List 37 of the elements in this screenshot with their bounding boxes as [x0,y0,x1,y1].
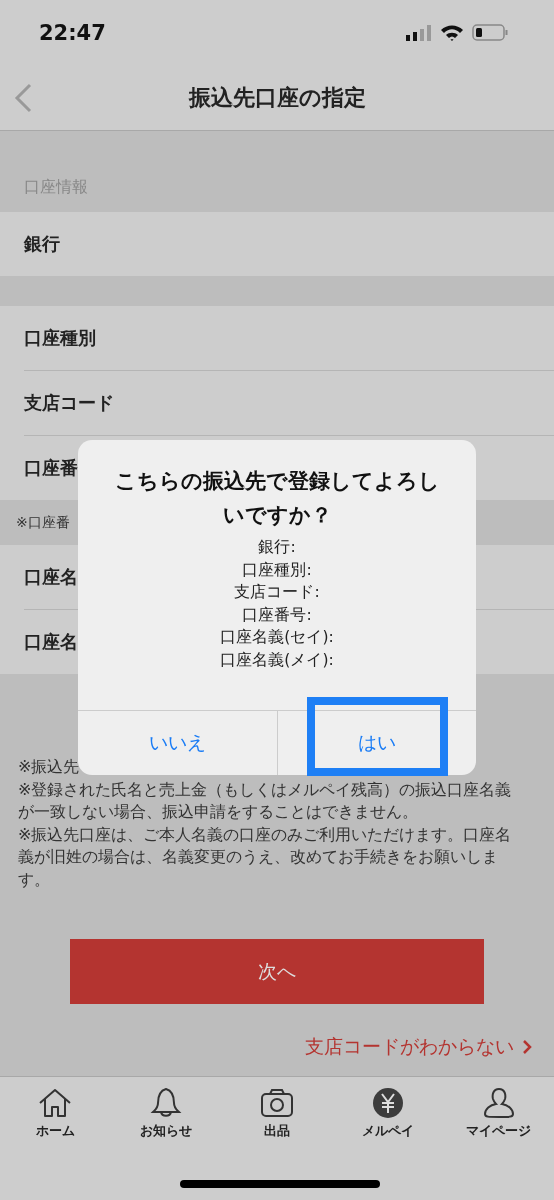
signal-icon [406,24,432,41]
account-detail: 口座番号: [242,604,312,626]
notice-text: ※登録された氏名と売上金（もしくはメルペイ残高）の振込口座名義が一致しない場合、振込申請をすることはできません。 [18,778,513,823]
chevron-icon [522,1039,532,1055]
tab-item[interactable]: マイページ [448,1087,549,1140]
dialog-button[interactable]: いいえ [78,711,277,775]
row-label[interactable]: 支店コード [24,391,114,415]
tab-item[interactable]: メルペイ [337,1087,438,1140]
yen-icon [370,1087,405,1119]
field-note: ※口座番 [16,513,70,532]
notice-text: ※振込先 [18,756,81,778]
account-detail: 口座名義(セイ): [220,627,334,648]
screen-title: 振込先口座の指定 [188,83,366,112]
battery-icon [472,24,508,41]
home-icon [38,1087,73,1119]
person-icon [481,1087,516,1119]
account-detail: 口座種別: [242,559,312,581]
bell-icon [149,1087,184,1119]
account-detail: 支店コード: [234,582,320,603]
back-icon[interactable] [12,83,34,113]
status-time: 22:47 [39,20,106,45]
dialog-title: こちらの振込先で登録してよろしいですか？ [114,468,440,529]
notice-text: ※振込先口座は、ご本人名義の口座のみご利用いただけます。口座名義が旧姓の場合は、名義変更のうえ、改めてお手続きをお願いします。 [18,823,513,891]
row-label[interactable]: 口座番 [24,456,78,480]
account-detail: 銀行: [258,537,296,558]
camera-icon [260,1087,294,1119]
tab-item[interactable]: お知らせ [116,1087,217,1140]
tab-item[interactable]: 出品 [227,1087,327,1140]
row-label[interactable]: 口座名 [24,630,78,654]
row-label[interactable]: 銀行 [24,232,60,256]
next-button[interactable]: 次へ [70,939,484,1004]
wifi-icon [440,24,464,41]
tab-item[interactable]: ホーム [5,1087,106,1140]
account-detail: 口座名義(メイ): [220,649,334,671]
row-label[interactable]: 口座種別 [24,326,96,350]
row-label[interactable]: 口座名 [24,565,78,589]
dialog-button[interactable]: はい [277,711,476,775]
